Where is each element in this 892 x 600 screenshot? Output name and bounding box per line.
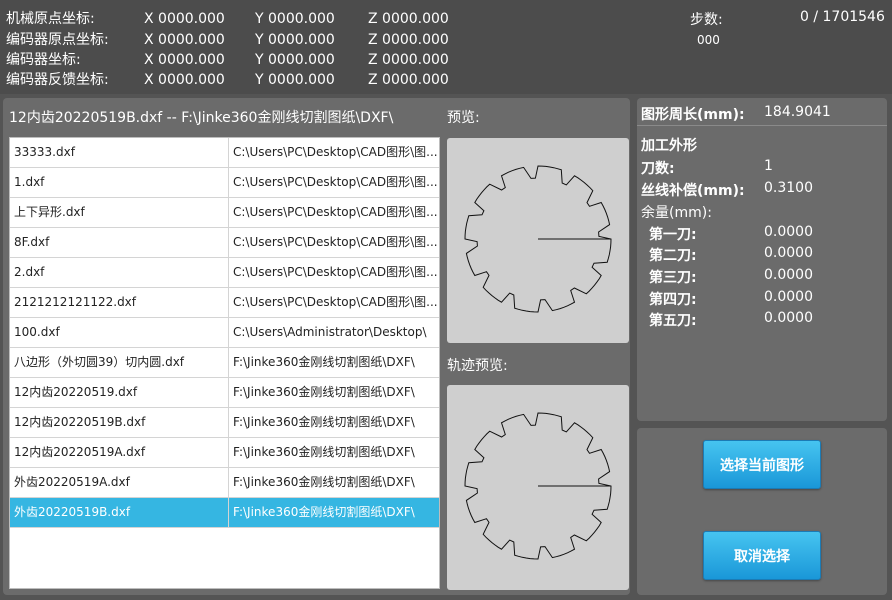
file-name-cell: 八边形（外切圆39）切内圆.dxf <box>14 355 185 369</box>
coord-label: 编码器反馈坐标: <box>6 72 109 88</box>
file-name-cell: 2121212121122.dxf <box>14 295 137 309</box>
file-name-cell: 12内齿20220519A.dxf <box>14 445 146 459</box>
pass-5-value: 0.0000 <box>764 310 813 326</box>
coord-label: 机械原点坐标: <box>6 11 95 27</box>
current-file-title: 12内齿20220519B.dxf -- F:\Jinke360金刚线切割图纸\… <box>9 110 394 126</box>
steps-value: 0 / 1701546 <box>800 9 885 25</box>
file-list[interactable]: 33333.dxf C:\Users\PC\Desktop\CAD图形\图... 1… <box>9 137 440 589</box>
coord-label: 编码器坐标: <box>6 52 81 68</box>
cuts-value: 1 <box>764 158 773 174</box>
cancel-selection-button[interactable]: 取消选择 <box>703 531 821 580</box>
process-label: 加工外形 <box>641 138 697 154</box>
gear-shape-preview-graphic <box>464 165 612 313</box>
pass-3-value: 0.0000 <box>764 267 813 283</box>
file-name-cell: 33333.dxf <box>14 145 75 159</box>
file-row[interactable]: 外齿20220519A.dxf F:\Jinke360金刚线切割图纸\DXF\ <box>10 468 439 498</box>
coord-y: Y 0000.000 <box>255 11 335 27</box>
track-preview-label: 轨迹预览: <box>447 358 508 374</box>
coord-y: Y 0000.000 <box>255 52 335 68</box>
pass-1-label: 第一刀: <box>649 227 697 243</box>
file-row[interactable]: 100.dxf C:\Users\Administrator\Desktop\ <box>10 318 439 348</box>
file-name-cell: 12内齿20220519B.dxf <box>14 415 146 429</box>
file-row[interactable]: 2.dxf C:\Users\PC\Desktop\CAD图形\图... <box>10 258 439 288</box>
pass-4-value: 0.0000 <box>764 289 813 305</box>
file-path-cell: F:\Jinke360金刚线切割图纸\DXF\ <box>228 378 439 407</box>
file-row[interactable]: 33333.dxf C:\Users\PC\Desktop\CAD图形\图... <box>10 138 439 168</box>
coord-z: Z 0000.000 <box>368 72 449 88</box>
coord-z: Z 0000.000 <box>368 52 449 68</box>
coord-z: Z 0000.000 <box>368 11 449 27</box>
file-row[interactable]: 2121212121122.dxf C:\Users\PC\Desktop\CAD… <box>10 288 439 318</box>
pass-3-label: 第三刀: <box>649 270 697 286</box>
file-panel: 12内齿20220519B.dxf -- F:\Jinke360金刚线切割图纸\… <box>3 98 630 595</box>
cuts-label: 刀数: <box>641 161 675 177</box>
file-row[interactable]: 12内齿20220519A.dxf F:\Jinke360金刚线切割图纸\DXF\ <box>10 438 439 468</box>
steps-label: 步数: <box>690 12 723 28</box>
coord-y: Y 0000.000 <box>255 32 335 48</box>
gear-track-preview-graphic <box>464 412 612 560</box>
file-name-cell: 1.dxf <box>14 175 45 189</box>
coord-x: X 0000.000 <box>144 72 225 88</box>
pass-2-label: 第二刀: <box>649 248 697 264</box>
perimeter-value: 184.9041 <box>764 104 831 120</box>
file-path-cell: C:\Users\PC\Desktop\CAD图形\图... <box>228 228 439 257</box>
file-row[interactable]: 上下异形.dxf C:\Users\PC\Desktop\CAD图形\图... <box>10 198 439 228</box>
coord-x: X 0000.000 <box>144 32 225 48</box>
pass-2-value: 0.0000 <box>764 245 813 261</box>
shape-info-panel: 图形周长(mm): 184.9041 加工外形 刀数: 1 丝线补偿(mm): … <box>637 98 887 421</box>
file-name-cell: 2.dxf <box>14 265 45 279</box>
pass-4-label: 第四刀: <box>649 292 697 308</box>
file-row[interactable]: 八边形（外切圆39）切内圆.dxf F:\Jinke360金刚线切割图纸\DXF\ <box>10 348 439 378</box>
file-path-cell: C:\Users\Administrator\Desktop\ <box>228 318 439 347</box>
coord-label: 编码器原点坐标: <box>6 32 109 48</box>
file-name-cell: 100.dxf <box>14 325 60 339</box>
file-path-cell: F:\Jinke360金刚线切割图纸\DXF\ <box>228 348 439 377</box>
file-path-cell: F:\Jinke360金刚线切割图纸\DXF\ <box>228 498 439 527</box>
file-path-cell: F:\Jinke360金刚线切割图纸\DXF\ <box>228 468 439 497</box>
action-panel: 选择当前图形 取消选择 <box>637 428 887 595</box>
file-path-cell: F:\Jinke360金刚线切割图纸\DXF\ <box>228 438 439 467</box>
file-name-cell: 上下异形.dxf <box>14 205 85 219</box>
file-path-cell: C:\Users\PC\Desktop\CAD图形\图... <box>228 168 439 197</box>
file-name-cell: 外齿20220519B.dxf <box>14 505 131 519</box>
file-path-cell: C:\Users\PC\Desktop\CAD图形\图... <box>228 288 439 317</box>
remainder-label: 余量(mm): <box>641 205 712 221</box>
file-path-cell: C:\Users\PC\Desktop\CAD图形\图... <box>228 198 439 227</box>
wire-comp-label: 丝线补偿(mm): <box>641 183 745 199</box>
file-row[interactable]: 1.dxf C:\Users\PC\Desktop\CAD图形\图... <box>10 168 439 198</box>
divider <box>637 125 887 126</box>
steps-subvalue: 000 <box>697 33 720 47</box>
file-row[interactable]: 外齿20220519B.dxf F:\Jinke360金刚线切割图纸\DXF\ <box>10 498 439 528</box>
coord-x: X 0000.000 <box>144 11 225 27</box>
shape-preview <box>447 138 629 343</box>
file-name-cell: 8F.dxf <box>14 235 50 249</box>
coordinates-header: 机械原点坐标: X 0000.000 Y 0000.000 Z 0000.000… <box>0 0 892 94</box>
file-name-cell: 12内齿20220519.dxf <box>14 385 138 399</box>
perimeter-label: 图形周长(mm): <box>641 107 745 123</box>
preview-label: 预览: <box>447 110 480 126</box>
coord-y: Y 0000.000 <box>255 72 335 88</box>
coord-z: Z 0000.000 <box>368 32 449 48</box>
wire-comp-value: 0.3100 <box>764 180 813 196</box>
file-path-cell: F:\Jinke360金刚线切割图纸\DXF\ <box>228 408 439 437</box>
select-current-shape-button[interactable]: 选择当前图形 <box>703 440 821 489</box>
file-row[interactable]: 12内齿20220519B.dxf F:\Jinke360金刚线切割图纸\DXF\ <box>10 408 439 438</box>
pass-5-label: 第五刀: <box>649 313 697 329</box>
file-path-cell: C:\Users\PC\Desktop\CAD图形\图... <box>228 138 439 167</box>
track-preview <box>447 385 629 590</box>
coord-x: X 0000.000 <box>144 52 225 68</box>
file-name-cell: 外齿20220519A.dxf <box>14 475 130 489</box>
file-path-cell: C:\Users\PC\Desktop\CAD图形\图... <box>228 258 439 287</box>
pass-1-value: 0.0000 <box>764 224 813 240</box>
file-row[interactable]: 8F.dxf C:\Users\PC\Desktop\CAD图形\图... <box>10 228 439 258</box>
file-row[interactable]: 12内齿20220519.dxf F:\Jinke360金刚线切割图纸\DXF\ <box>10 378 439 408</box>
